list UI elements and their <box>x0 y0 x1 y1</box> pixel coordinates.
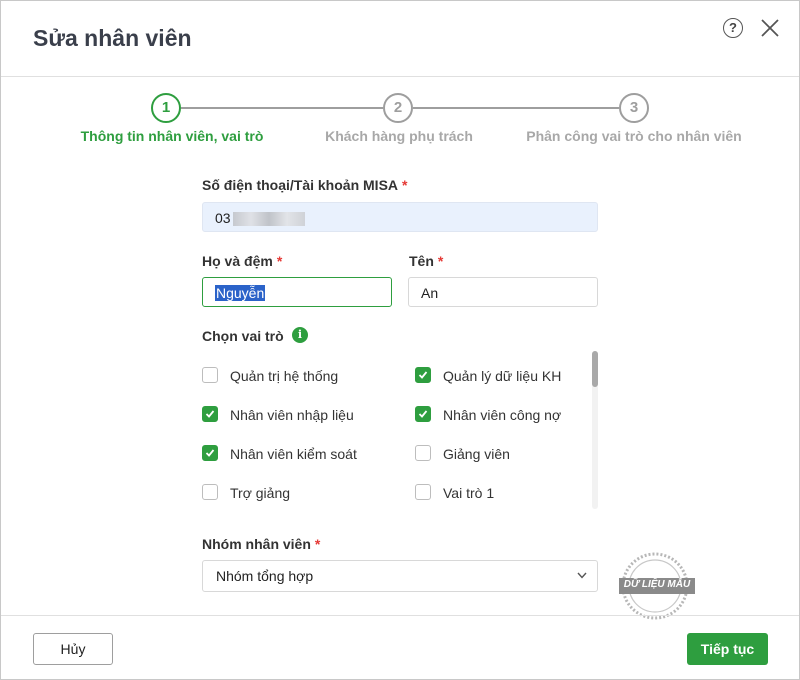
sample-data-stamp-text: DỮ LIỆU MẪU <box>623 579 691 590</box>
redacted-blur <box>232 212 305 227</box>
step-connector <box>181 107 383 109</box>
required-mark: * <box>314 536 321 552</box>
step-2-label[interactable]: Khách hàng phụ trách <box>325 128 473 144</box>
firstname-value: An <box>421 285 439 301</box>
role-label: Nhân viên kiểm soát <box>230 446 357 462</box>
checkbox[interactable] <box>202 484 218 500</box>
employee-group-select[interactable]: Nhóm tổng hợp <box>202 560 598 592</box>
next-button[interactable]: Tiếp tục <box>687 633 768 665</box>
role-label: Nhân viên công nợ <box>443 407 562 423</box>
phone-value: 03 <box>215 210 231 226</box>
step-1-circle[interactable]: 1 <box>151 93 181 123</box>
roles-label: Chọn vai trò <box>202 328 284 344</box>
firstname-label: Tên * <box>409 253 443 269</box>
cancel-button[interactable]: Hủy <box>33 633 113 665</box>
info-icon[interactable]: i <box>292 327 308 343</box>
roles-list: Quản trị hệ thống Quản lý dữ liệu KH Nhâ… <box>202 357 602 509</box>
role-label: Quản lý dữ liệu KH <box>443 368 562 384</box>
step-2-circle[interactable]: 2 <box>383 93 413 123</box>
checkbox[interactable] <box>202 445 218 461</box>
step-3-label[interactable]: Phân công vai trò cho nhân viên <box>526 128 741 144</box>
checkbox[interactable] <box>415 367 431 383</box>
role-label: Trợ giảng <box>230 485 291 501</box>
checkbox[interactable] <box>415 484 431 500</box>
role-label: Nhân viên nhập liệu <box>230 407 354 423</box>
group-value: Nhóm tổng hợp <box>216 568 314 584</box>
lastname-label-text: Họ và đệm <box>202 253 273 269</box>
checkmark-icon <box>205 449 215 457</box>
required-mark: * <box>437 253 444 269</box>
phone-label-text: Số điện thoại/Tài khoản MISA <box>202 177 399 193</box>
checkbox[interactable] <box>202 367 218 383</box>
role-label: Vai trò 1 <box>443 485 495 501</box>
role-label: Giảng viên <box>443 446 510 462</box>
group-label: Nhóm nhân viên * <box>202 536 320 552</box>
step-3-circle[interactable]: 3 <box>619 93 649 123</box>
required-mark: * <box>276 253 283 269</box>
checkmark-icon <box>205 410 215 418</box>
footer-divider <box>1 615 799 616</box>
checkbox[interactable] <box>415 406 431 422</box>
help-icon[interactable]: ? <box>723 18 743 38</box>
lastname-value: Nguyễn <box>215 285 266 301</box>
phone-label: Số điện thoại/Tài khoản MISA * <box>202 177 407 193</box>
checkbox[interactable] <box>202 406 218 422</box>
phone-input[interactable]: 03 <box>202 202 598 232</box>
step-1-label[interactable]: Thông tin nhân viên, vai trò <box>81 128 264 144</box>
chevron-down-icon <box>577 572 587 579</box>
step-connector <box>413 107 619 109</box>
checkmark-icon <box>418 410 428 418</box>
firstname-label-text: Tên <box>409 253 434 269</box>
roles-scrollbar-thumb[interactable] <box>592 351 598 387</box>
lastname-label: Họ và đệm * <box>202 253 282 269</box>
lastname-input[interactable]: Nguyễn <box>202 277 392 307</box>
dialog-header: Sửa nhân viên ? <box>1 1 799 77</box>
close-icon[interactable] <box>759 17 781 39</box>
group-label-text: Nhóm nhân viên <box>202 536 311 552</box>
checkbox[interactable] <box>415 445 431 461</box>
dialog-title: Sửa nhân viên <box>33 25 192 51</box>
firstname-input[interactable]: An <box>408 277 598 307</box>
role-label: Quản trị hệ thống <box>230 368 339 384</box>
edit-employee-dialog: Sửa nhân viên ? 1 2 3 Thông tin nhân viê… <box>0 0 800 680</box>
checkmark-icon <box>418 371 428 379</box>
required-mark: * <box>402 177 408 193</box>
